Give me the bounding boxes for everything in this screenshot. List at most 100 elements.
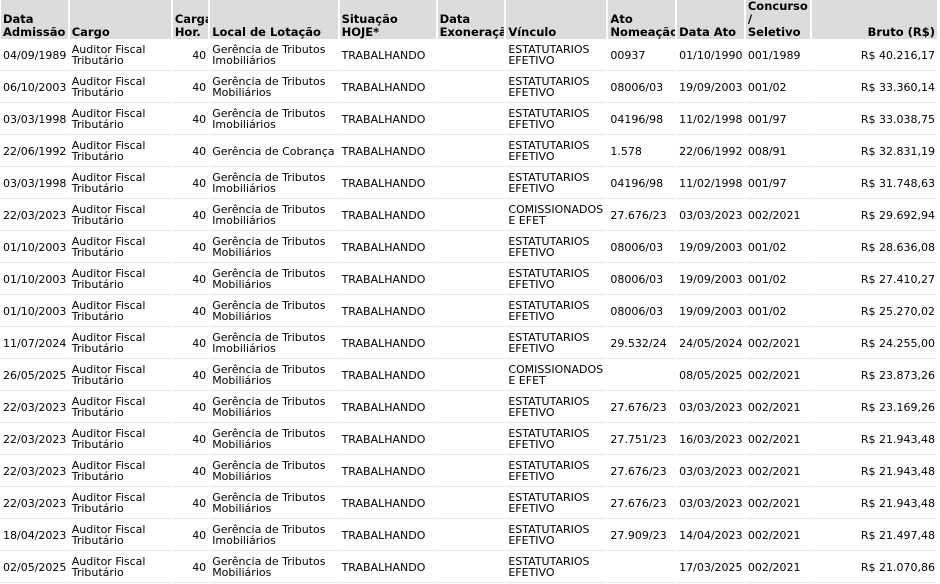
- cell-ato-nomeacao: 27.676/23: [608, 392, 676, 423]
- table-row: 18/04/2023 Auditor Fiscal Tributário 40 Ger…: [1, 520, 937, 551]
- cell-cargo: Auditor Fiscal Tributário: [69, 200, 171, 231]
- cell-concurso: 002/2021: [745, 424, 810, 455]
- cell-vinculo: ESTATUTARIOS EFETIVO: [506, 520, 607, 551]
- cell-situacao: TRABALHANDO: [339, 136, 436, 167]
- cell-vinculo: ESTATUTARIOS EFETIVO: [506, 488, 607, 519]
- cell-local-lotacao: Gerência de Tributos Imobiliários: [210, 168, 338, 199]
- cell-concurso: 001/02: [745, 72, 810, 103]
- cell-ato-nomeacao: [608, 552, 676, 583]
- cell-data-admissao: 22/03/2023: [1, 424, 68, 455]
- table-row: 06/10/2003 Auditor Fiscal Tributário 40 Ger…: [1, 72, 937, 103]
- cell-vinculo: ESTATUTARIOS EFETIVO: [506, 168, 607, 199]
- cell-concurso: 001/02: [745, 264, 810, 295]
- cell-data-exoneracao: [437, 136, 505, 167]
- cell-data-admissao: 22/03/2023: [1, 200, 68, 231]
- cell-ato-nomeacao: 27.676/23: [608, 200, 676, 231]
- header-data-ato[interactable]: Data Ato: [677, 0, 744, 39]
- cell-data-admissao: 22/06/1992: [1, 136, 68, 167]
- cell-cargo: Auditor Fiscal Tributário: [69, 328, 171, 359]
- cell-carga-horaria: 40: [172, 392, 209, 423]
- header-concurso[interactable]: Concurso / Seletivo: [745, 0, 810, 39]
- cell-local-lotacao: Gerência de Tributos Mobiliários: [210, 424, 338, 455]
- cell-concurso: 002/2021: [745, 328, 810, 359]
- cell-carga-horaria: 40: [172, 328, 209, 359]
- cell-data-ato: 16/03/2023: [677, 424, 744, 455]
- header-situacao[interactable]: Situação HOJE*: [339, 0, 436, 39]
- cell-data-exoneracao: [437, 296, 505, 327]
- cell-carga-horaria: 40: [172, 136, 209, 167]
- cell-cargo: Auditor Fiscal Tributário: [69, 232, 171, 263]
- cell-situacao: TRABALHANDO: [339, 200, 436, 231]
- cell-vinculo: ESTATUTARIOS EFETIVO: [506, 392, 607, 423]
- cell-bruto: R$ 24.255,00: [811, 328, 937, 359]
- cell-situacao: TRABALHANDO: [339, 552, 436, 583]
- cell-data-exoneracao: [437, 520, 505, 551]
- header-bruto[interactable]: Bruto (R$): [811, 0, 937, 39]
- cell-vinculo: ESTATUTARIOS EFETIVO: [506, 72, 607, 103]
- cell-cargo: Auditor Fiscal Tributário: [69, 104, 171, 135]
- cell-data-exoneracao: [437, 168, 505, 199]
- cell-data-exoneracao: [437, 392, 505, 423]
- table-row: 11/07/2024 Auditor Fiscal Tributário 40 Ger…: [1, 328, 937, 359]
- cell-concurso: 002/2021: [745, 552, 810, 583]
- cell-ato-nomeacao: 04196/98: [608, 168, 676, 199]
- cell-vinculo: COMISSIONADOS E EFET: [506, 360, 607, 391]
- cell-data-ato: 24/05/2024: [677, 328, 744, 359]
- cell-situacao: TRABALHANDO: [339, 520, 436, 551]
- header-data-exoneracao[interactable]: Data Exoneração: [437, 0, 505, 39]
- cell-vinculo: ESTATUTARIOS EFETIVO: [506, 264, 607, 295]
- cell-ato-nomeacao: [608, 360, 676, 391]
- table-row: 01/10/2003 Auditor Fiscal Tributário 40 Ger…: [1, 264, 937, 295]
- cell-data-ato: 22/06/1992: [677, 136, 744, 167]
- cell-cargo: Auditor Fiscal Tributário: [69, 488, 171, 519]
- table-row: 22/03/2023 Auditor Fiscal Tributário 40 Ger…: [1, 456, 937, 487]
- cell-data-ato: 11/02/1998: [677, 104, 744, 135]
- cell-concurso: 001/02: [745, 232, 810, 263]
- table-row: 04/09/1989 Auditor Fiscal Tributário 40 Ger…: [1, 40, 937, 71]
- cell-data-ato: 08/05/2025: [677, 360, 744, 391]
- header-local-lotacao[interactable]: Local de Lotação: [210, 0, 338, 39]
- cell-vinculo: ESTATUTARIOS EFETIVO: [506, 328, 607, 359]
- table-row: 01/10/2003 Auditor Fiscal Tributário 40 Ger…: [1, 232, 937, 263]
- table-row: 22/03/2023 Auditor Fiscal Tributário 40 Ger…: [1, 424, 937, 455]
- cell-cargo: Auditor Fiscal Tributário: [69, 360, 171, 391]
- cell-data-exoneracao: [437, 104, 505, 135]
- cell-data-admissao: 02/05/2025: [1, 552, 68, 583]
- table-row: 01/10/2003 Auditor Fiscal Tributário 40 Ger…: [1, 296, 937, 327]
- header-ato-nomeacao[interactable]: Ato Nomeação: [608, 0, 676, 39]
- cell-local-lotacao: Gerência de Tributos Imobiliários: [210, 328, 338, 359]
- cell-local-lotacao: Gerência de Tributos Mobiliários: [210, 72, 338, 103]
- cell-local-lotacao: Gerência de Tributos Imobiliários: [210, 104, 338, 135]
- header-cargo[interactable]: Cargo: [69, 0, 171, 39]
- cell-ato-nomeacao: 00937: [608, 40, 676, 71]
- cell-ato-nomeacao: 08006/03: [608, 264, 676, 295]
- cell-data-admissao: 03/03/1998: [1, 104, 68, 135]
- cell-data-admissao: 22/03/2023: [1, 456, 68, 487]
- cell-data-ato: 19/09/2003: [677, 72, 744, 103]
- cell-ato-nomeacao: 08006/03: [608, 232, 676, 263]
- cell-data-admissao: 03/03/1998: [1, 168, 68, 199]
- cell-local-lotacao: Gerência de Tributos Mobiliários: [210, 232, 338, 263]
- cell-bruto: R$ 21.497,48: [811, 520, 937, 551]
- cell-carga-horaria: 40: [172, 40, 209, 71]
- cell-concurso: 001/1989: [745, 40, 810, 71]
- header-vinculo[interactable]: Vínculo: [506, 0, 607, 39]
- cell-data-ato: 19/09/2003: [677, 232, 744, 263]
- table-row: 22/03/2023 Auditor Fiscal Tributário 40 Ger…: [1, 392, 937, 423]
- cell-vinculo: ESTATUTARIOS EFETIVO: [506, 456, 607, 487]
- cell-situacao: TRABALHANDO: [339, 360, 436, 391]
- cell-local-lotacao: Gerência de Tributos Mobiliários: [210, 264, 338, 295]
- cell-cargo: Auditor Fiscal Tributário: [69, 392, 171, 423]
- cell-data-ato: 19/09/2003: [677, 264, 744, 295]
- cell-bruto: R$ 21.070,86: [811, 552, 937, 583]
- header-row: Data Admissão Cargo Carga Hor. Local de …: [1, 0, 937, 39]
- cell-bruto: R$ 32.831,19: [811, 136, 937, 167]
- cell-concurso: 002/2021: [745, 520, 810, 551]
- cell-carga-horaria: 40: [172, 520, 209, 551]
- cell-cargo: Auditor Fiscal Tributário: [69, 72, 171, 103]
- cell-data-ato: 17/03/2025: [677, 552, 744, 583]
- header-carga-horaria[interactable]: Carga Hor.: [172, 0, 209, 39]
- cell-data-ato: 01/10/1990: [677, 40, 744, 71]
- header-data-admissao[interactable]: Data Admissão: [1, 0, 68, 39]
- cell-ato-nomeacao: 27.751/23: [608, 424, 676, 455]
